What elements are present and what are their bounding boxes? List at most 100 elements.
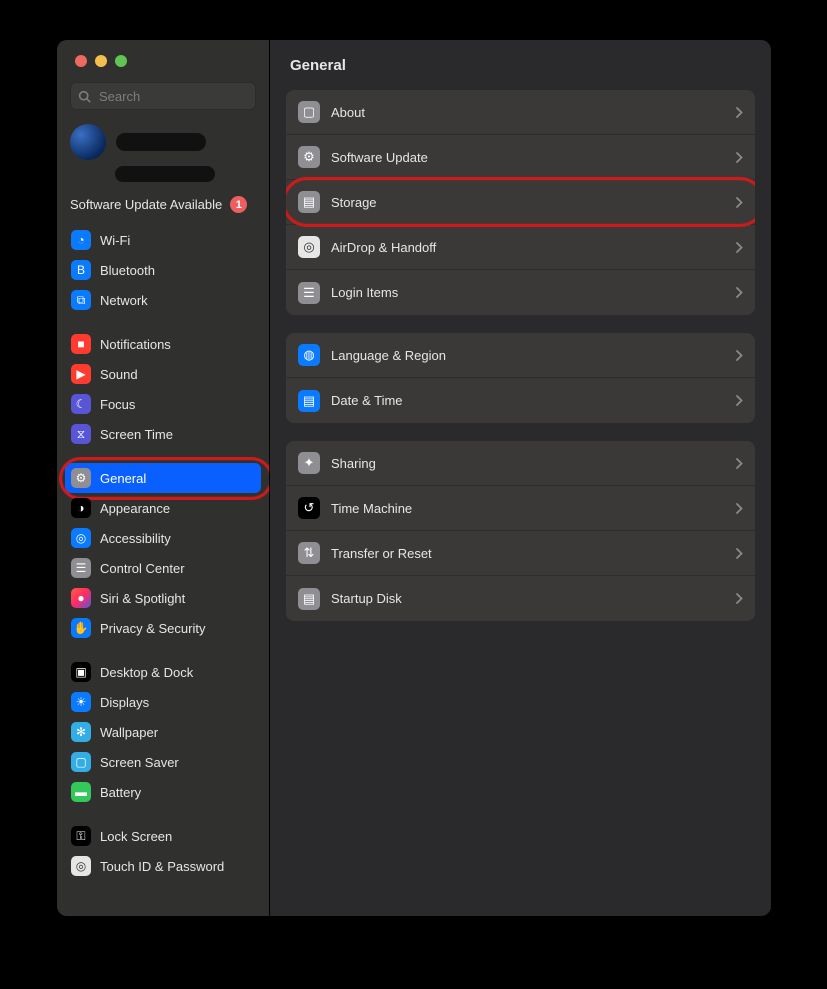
row-label: AirDrop & Handoff	[331, 240, 725, 255]
settings-row-storage[interactable]: ▤ Storage	[286, 180, 755, 225]
sidebar-item-label: Bluetooth	[100, 263, 155, 278]
sidebar-item-general[interactable]: ⚙General	[65, 463, 261, 493]
globe-icon: ◍	[298, 344, 320, 366]
sidebar-item-displays[interactable]: ☀ Displays	[65, 687, 261, 717]
search-field[interactable]	[70, 82, 256, 110]
close-window-button[interactable]	[75, 55, 87, 67]
sidebar-item-control-center[interactable]: ☰ Control Center	[65, 553, 261, 583]
chevron-right-icon	[736, 197, 743, 208]
sidebar-item-notifications[interactable]: ■Notifications	[65, 329, 261, 359]
disk-icon: ▤	[298, 588, 320, 610]
minimize-window-button[interactable]	[95, 55, 107, 67]
sidebar-item-desktop-dock[interactable]: ▣Desktop & Dock	[65, 657, 261, 687]
row-label: Time Machine	[331, 501, 725, 516]
screensaver-icon: ▢	[71, 752, 91, 772]
content-header: General	[270, 40, 771, 86]
moon-icon: ☾	[71, 394, 91, 414]
settings-row-about[interactable]: ▢About	[286, 90, 755, 135]
sidebar-item-lock-screen[interactable]: ⚿Lock Screen	[65, 821, 261, 851]
sidebar-item-label: Displays	[100, 695, 149, 710]
settings-row-date-time[interactable]: ▤Date & Time	[286, 378, 755, 423]
row-label: Software Update	[331, 150, 725, 165]
chevron-right-icon	[736, 548, 743, 559]
sidebar-item-battery[interactable]: ▬Battery	[65, 777, 261, 807]
sidebar-item-label: Network	[100, 293, 148, 308]
share-icon: ✦	[298, 452, 320, 474]
row-label: Date & Time	[331, 393, 725, 408]
row-label: Storage	[331, 195, 725, 210]
account-subtitle-redacted	[115, 166, 215, 182]
system-settings-window: Software Update Available 1 ◔Wi-Fi B Bluet…	[57, 40, 771, 916]
appearance-icon: ◑	[71, 498, 91, 518]
siri-icon: ●	[71, 588, 91, 608]
settings-panel: ◍ Language & Region ▤Date & Time	[286, 333, 755, 423]
settings-row-transfer[interactable]: ⇅Transfer or Reset	[286, 531, 755, 576]
chevron-right-icon	[736, 350, 743, 361]
account-name-redacted	[116, 133, 206, 151]
zoom-window-button[interactable]	[115, 55, 127, 67]
sidebar-item-wifi[interactable]: ◔Wi-Fi	[65, 225, 261, 255]
dock-icon: ▣	[71, 662, 91, 682]
page-title: General	[290, 57, 751, 74]
settings-row-sharing[interactable]: ✦ Sharing	[286, 441, 755, 486]
list-icon: ☰	[298, 282, 320, 304]
gear-icon: ⚙	[71, 468, 91, 488]
wifi-icon: ◔	[71, 230, 91, 250]
settings-row-airdrop[interactable]: ◎AirDrop & Handoff	[286, 225, 755, 270]
row-label: Sharing	[331, 456, 725, 471]
chevron-right-icon	[736, 242, 743, 253]
sidebar: Software Update Available 1 ◔Wi-Fi B Bluet…	[57, 40, 270, 916]
sidebar-item-label: Touch ID & Password	[100, 859, 224, 874]
chevron-right-icon	[736, 107, 743, 118]
speaker-icon: ▶	[71, 364, 91, 384]
transfer-icon: ⇅	[298, 542, 320, 564]
settings-row-language[interactable]: ◍ Language & Region	[286, 333, 755, 378]
sidebar-item-label: Sound	[100, 367, 138, 382]
software-update-available[interactable]: Software Update Available 1	[57, 182, 269, 221]
network-icon: ⧉	[71, 290, 91, 310]
sidebar-item-wallpaper[interactable]: ✻Wallpaper	[65, 717, 261, 747]
sidebar-item-label: Siri & Spotlight	[100, 591, 185, 606]
sidebar-item-siri[interactable]: ● Siri & Spotlight	[65, 583, 261, 613]
window-controls	[57, 40, 269, 67]
search-input[interactable]	[97, 88, 277, 105]
sidebar-item-bluetooth[interactable]: B Bluetooth	[65, 255, 261, 285]
sidebar-item-privacy[interactable]: ✋Privacy & Security	[65, 613, 261, 643]
sidebar-item-network[interactable]: ⧉ Network	[65, 285, 261, 315]
settings-row-login-items[interactable]: ☰Login Items	[286, 270, 755, 315]
sidebar-item-label: Screen Time	[100, 427, 173, 442]
account-avatar	[70, 124, 106, 160]
bluetooth-icon: B	[71, 260, 91, 280]
search-icon	[78, 90, 91, 103]
sidebar-item-accessibility[interactable]: ◎Accessibility	[65, 523, 261, 553]
sidebar-item-touch-id[interactable]: ◎ Touch ID & Password	[65, 851, 261, 881]
flower-icon: ✻	[71, 722, 91, 742]
sidebar-item-label: Focus	[100, 397, 135, 412]
gear-icon: ⚙	[298, 146, 320, 168]
row-label: About	[331, 105, 725, 120]
settings-row-startup-disk[interactable]: ▤Startup Disk	[286, 576, 755, 621]
sidebar-item-appearance[interactable]: ◑Appearance	[65, 493, 261, 523]
settings-panel: ▢About ⚙ Software Update ▤ Storage ◎AirDrop &…	[286, 90, 755, 315]
settings-row-time-machine[interactable]: ↺ Time Machine	[286, 486, 755, 531]
apple-id-account[interactable]	[57, 110, 269, 164]
sun-icon: ☀	[71, 692, 91, 712]
bell-icon: ■	[71, 334, 91, 354]
sidebar-item-screen-time[interactable]: ⧖Screen Time	[65, 419, 261, 449]
sidebar-item-focus[interactable]: ☾ Focus	[65, 389, 261, 419]
settings-panel: ✦Sharing↺Time Machine⇅Transfer or Reset▤…	[286, 441, 755, 621]
switches-icon: ☰	[71, 558, 91, 578]
timemachine-icon: ↺	[298, 497, 320, 519]
fingerprint-icon: ◎	[71, 856, 91, 876]
sidebar-item-screen-saver[interactable]: ▢ Screen Saver	[65, 747, 261, 777]
settings-row-software-update[interactable]: ⚙ Software Update	[286, 135, 755, 180]
software-update-label: Software Update Available	[70, 197, 222, 212]
sidebar-item-label: Control Center	[100, 561, 185, 576]
sidebar-item-label: Screen Saver	[100, 755, 179, 770]
sidebar-item-sound[interactable]: ▶ Sound	[65, 359, 261, 389]
drive-icon: ▤	[298, 191, 320, 213]
lock-icon: ⚿	[71, 826, 91, 846]
sidebar-nav: ◔Wi-Fi B Bluetooth ⧉ Network ■Notifications ▶ S…	[57, 221, 269, 916]
chevron-right-icon	[736, 287, 743, 298]
row-label: Language & Region	[331, 348, 725, 363]
